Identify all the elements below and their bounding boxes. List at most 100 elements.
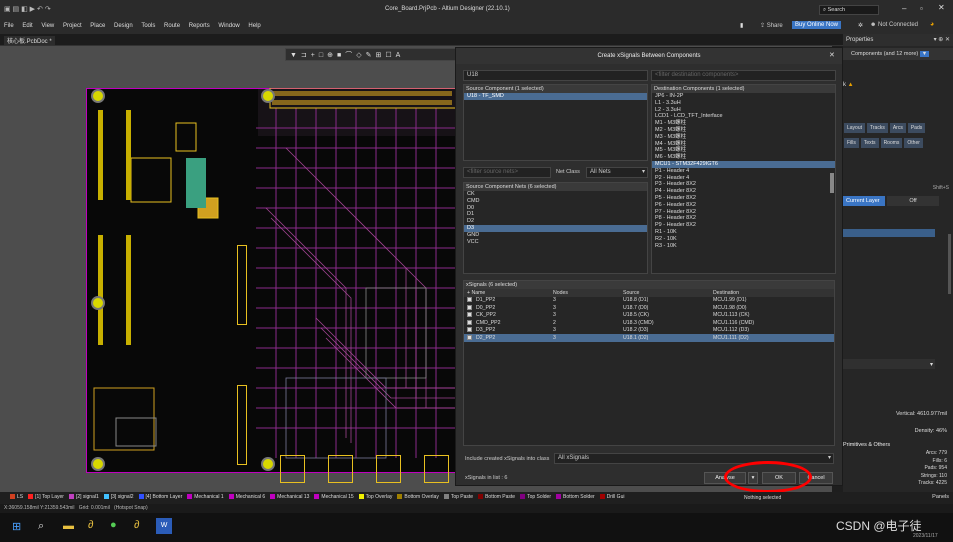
net-item[interactable]: D0 xyxy=(464,205,647,212)
net-class-select[interactable]: All Nets ▾ xyxy=(586,167,648,178)
destination-item[interactable]: P2 - Header 4 xyxy=(652,175,835,182)
layer-tab[interactable]: Top Paste xyxy=(443,494,473,500)
col-source[interactable]: Source xyxy=(620,289,710,297)
dest-scrollbar[interactable] xyxy=(830,173,834,193)
net-item[interactable]: CMD xyxy=(464,198,647,205)
destination-item[interactable]: P8 - Header 8X2 xyxy=(652,215,835,222)
search-taskbar-icon[interactable]: ⌕ xyxy=(38,520,44,533)
destination-item[interactable]: L1 - 3.3uH xyxy=(652,100,835,107)
destination-item[interactable]: P7 - Header 8X2 xyxy=(652,209,835,216)
layer-tab[interactable]: LS xyxy=(10,494,23,500)
net-item[interactable]: D3 xyxy=(464,224,647,232)
layer-tab[interactable]: Top Solder xyxy=(520,494,551,500)
net-item[interactable]: CK xyxy=(464,191,647,198)
checkbox[interactable] xyxy=(467,319,472,325)
xsignals-table[interactable]: xSignals (6 selected) + Name Nodes Sourc… xyxy=(463,280,835,446)
col-destination[interactable]: Destination xyxy=(710,289,834,297)
notification-icon[interactable]: ▮ xyxy=(740,22,743,29)
destination-item[interactable]: R2 - 10K xyxy=(652,236,835,243)
menu-reports[interactable]: Reports xyxy=(189,23,210,29)
net-item[interactable]: VCC xyxy=(464,239,647,246)
col-nodes[interactable]: Nodes xyxy=(550,289,620,297)
layer-tab[interactable]: Drill Gui xyxy=(599,494,624,500)
destination-item[interactable]: P1 - Header 4 xyxy=(652,168,835,175)
altium-icon-2[interactable]: ∂ xyxy=(134,519,139,531)
maximize-icon[interactable]: ▫ xyxy=(920,4,923,13)
destination-item[interactable]: P5 - Header 8X2 xyxy=(652,195,835,202)
current-layer-toggle[interactable]: Current Layer xyxy=(843,196,885,206)
layer-tab[interactable]: [1] Top Layer xyxy=(28,494,64,500)
destination-item[interactable]: M6 - M3螺柱 xyxy=(652,154,835,161)
checkbox[interactable] xyxy=(467,327,472,333)
checkbox[interactable] xyxy=(467,312,472,318)
destination-item[interactable]: JP6 - IN-2P xyxy=(652,93,835,100)
checkbox[interactable] xyxy=(467,297,472,303)
destination-item[interactable]: M3 - M3螺柱 xyxy=(652,134,835,141)
source-component-list[interactable]: Source Component (1 selected) U18 - TF_S… xyxy=(463,84,648,161)
destination-item[interactable]: M2 - M3螺柱 xyxy=(652,127,835,134)
share-button[interactable]: ⇪ Share xyxy=(760,22,783,29)
menu-view[interactable]: View xyxy=(41,23,54,29)
selected-row[interactable] xyxy=(843,229,935,237)
altium-icon[interactable]: ∂ xyxy=(88,519,93,531)
panel-pin-icon[interactable]: ▾ ⊕ ✕ xyxy=(934,36,950,43)
panels-button[interactable]: Panels xyxy=(932,494,949,500)
destination-item[interactable]: P4 - Header 8X2 xyxy=(652,188,835,195)
menu-tools[interactable]: Tools xyxy=(141,23,155,29)
layer-tab[interactable]: Bottom Overlay xyxy=(397,494,439,500)
dialog-close-icon[interactable]: ✕ xyxy=(829,51,835,59)
layer-tab[interactable]: Mechanical 15 xyxy=(314,494,354,500)
filter-fills[interactable]: Fills xyxy=(844,138,859,148)
filter-texts[interactable]: Texts xyxy=(860,138,879,148)
nets-filter-input[interactable]: <filter source nets> xyxy=(463,167,551,178)
doc-tab[interactable]: 核心板.PcbDoc * xyxy=(4,36,55,45)
source-nets-list[interactable]: Source Component Nets (6 selected) CK CMD… xyxy=(463,182,648,274)
menu-edit[interactable]: Edit xyxy=(22,23,32,29)
destination-item[interactable]: M1 - M3螺柱 xyxy=(652,120,835,127)
menu-window[interactable]: Window xyxy=(218,23,239,29)
components-filter[interactable]: Components (and 12 more) ▼ xyxy=(843,48,953,60)
menu-design[interactable]: Design xyxy=(114,23,133,29)
props-scrollbar[interactable] xyxy=(948,234,951,294)
menu-project[interactable]: Project xyxy=(63,23,82,29)
filter-pads[interactable]: Pads xyxy=(907,123,926,133)
minimize-icon[interactable]: – xyxy=(902,4,906,13)
destination-component-list[interactable]: Destination Components (1 selected) JP6 … xyxy=(651,84,836,274)
checkbox[interactable] xyxy=(467,304,472,310)
dropdown-row[interactable]: ▾ xyxy=(843,359,935,369)
filter-tracks[interactable]: Tracks xyxy=(867,123,888,133)
close-icon[interactable]: ✕ xyxy=(938,3,945,12)
file-explorer-icon[interactable]: ▬ xyxy=(63,520,74,532)
off-toggle[interactable]: Off xyxy=(887,196,939,206)
net-item[interactable]: D2 xyxy=(464,218,647,225)
menu-help[interactable]: Help xyxy=(248,23,260,29)
buy-online-button[interactable]: Buy Online Now xyxy=(792,21,842,29)
word-icon[interactable]: W xyxy=(156,518,172,534)
layer-tab[interactable]: [4] Bottom Layer xyxy=(138,494,182,500)
col-name[interactable]: + Name xyxy=(464,289,550,297)
destination-item[interactable]: L2 - 3.3uH xyxy=(652,107,835,114)
destination-filter-input[interactable]: <filter destination components> xyxy=(651,70,836,81)
menu-file[interactable]: File xyxy=(4,23,14,29)
quick-access-icons[interactable]: ▣ ▤ ◧ ▶ ↶ ↷ xyxy=(4,5,51,13)
destination-item[interactable]: R1 - 10K xyxy=(652,229,835,236)
table-row[interactable]: D2_PP2 3 U18.1 (D2) MCU1.111 (D2) xyxy=(464,334,834,342)
menu-route[interactable]: Route xyxy=(164,23,180,29)
table-row[interactable]: CMD_PP2 2 U18.3 (CMD) MCU1.116 (CMD) xyxy=(464,319,834,327)
layer-tab[interactable]: [2] signal1 xyxy=(68,494,99,500)
gear-icon[interactable]: ✲ xyxy=(858,22,863,29)
table-row[interactable]: CK_PP2 3 U18.5 (CK) MCU1.113 (CK) xyxy=(464,312,834,320)
checkbox[interactable] xyxy=(467,334,472,340)
wechat-icon[interactable]: ● xyxy=(110,519,117,531)
filter-rooms[interactable]: Rooms xyxy=(880,138,903,148)
table-row[interactable]: D1_PP2 3 U18.8 (D1) MCU1.99 (D1) xyxy=(464,297,834,305)
layer-tab[interactable]: Mechanical 13 xyxy=(270,494,309,500)
search-input[interactable]: ⌕ Search xyxy=(819,5,879,15)
net-item[interactable]: D1 xyxy=(464,211,647,218)
layer-tab[interactable]: Mechanical 6 xyxy=(228,494,265,500)
destination-item[interactable]: MCU1 - STM32F429IGT6 xyxy=(652,160,835,168)
include-class-select[interactable]: All xSignals ▾ xyxy=(554,453,834,464)
table-row[interactable]: D3_PP2 3 U18.2 (D3) MCU1.112 (D3) xyxy=(464,327,834,335)
layer-tab[interactable]: Mechanical 1 xyxy=(187,494,224,500)
menu-place[interactable]: Place xyxy=(90,23,105,29)
